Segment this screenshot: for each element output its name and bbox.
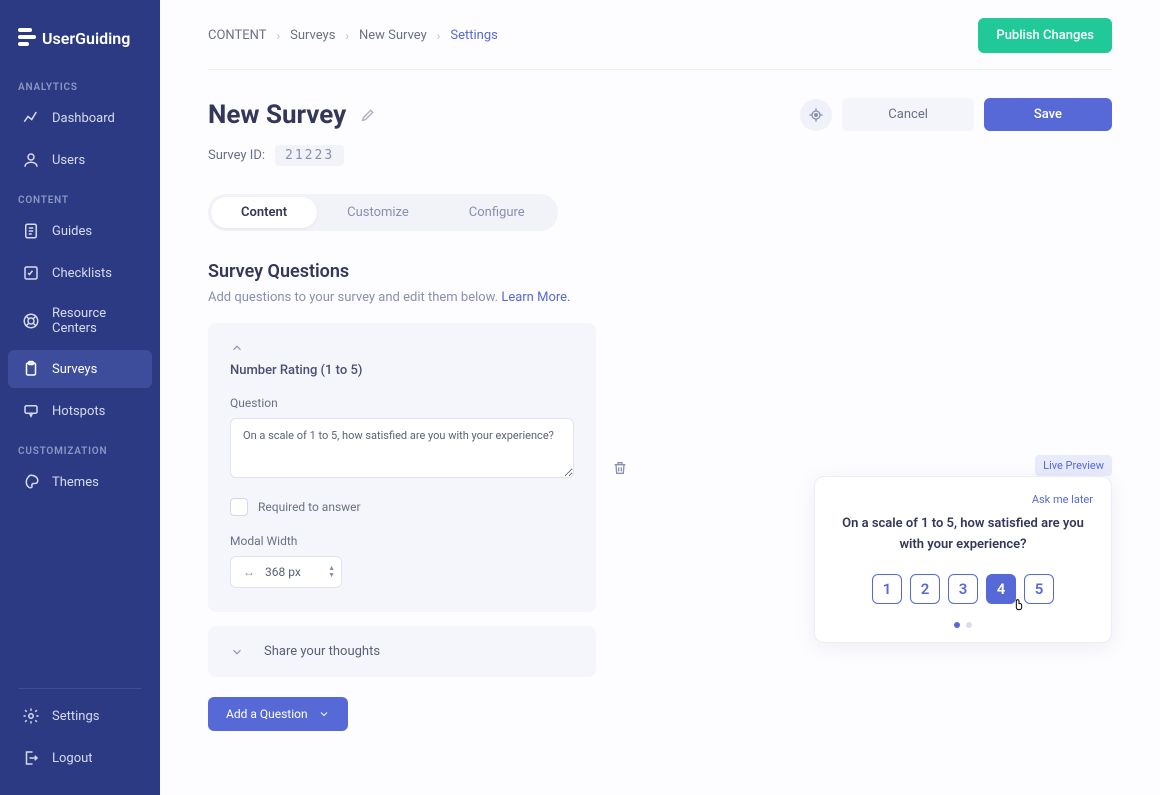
- chevron-down-icon: [318, 708, 330, 720]
- rating-option-3[interactable]: 3: [948, 574, 978, 604]
- rating-option-4[interactable]: 4: [986, 574, 1016, 604]
- divider: [18, 688, 142, 689]
- logo-icon: [18, 28, 36, 48]
- sidebar-item-label: Guides: [52, 224, 92, 239]
- lifebuoy-icon: [22, 312, 40, 330]
- sidebar-item-guides[interactable]: Guides: [8, 212, 152, 250]
- arrows-horizontal-icon: ↔: [243, 565, 255, 579]
- collapsed-question-label: Share your thoughts: [264, 644, 380, 659]
- question-card-expanded: Number Rating (1 to 5) Question Required…: [208, 323, 596, 612]
- save-button[interactable]: Save: [984, 98, 1112, 131]
- sidebar-heading-content: CONTENT: [0, 181, 160, 210]
- add-question-button[interactable]: Add a Question: [208, 697, 348, 731]
- trash-icon[interactable]: [612, 460, 628, 476]
- gear-icon: [22, 707, 40, 725]
- modal-width-value: 368 px: [265, 565, 301, 579]
- sidebar-item-label: Hotspots: [52, 404, 105, 419]
- target-icon: [808, 107, 824, 123]
- palette-icon: [22, 473, 40, 491]
- breadcrumb: CONTENT › Surveys › New Survey › Setting…: [208, 28, 498, 43]
- tooltip-icon: [22, 402, 40, 420]
- rating-option-5[interactable]: 5: [1024, 574, 1054, 604]
- chevron-right-icon: ›: [345, 29, 349, 43]
- required-checkbox[interactable]: [230, 498, 248, 516]
- learn-more-link[interactable]: Learn More.: [501, 290, 570, 305]
- dot-1[interactable]: [954, 622, 960, 628]
- tab-customize[interactable]: Customize: [317, 197, 439, 228]
- tab-content[interactable]: Content: [211, 197, 317, 228]
- survey-id-label: Survey ID:: [208, 148, 265, 163]
- required-label: Required to answer: [258, 500, 361, 514]
- section-description: Add questions to your survey and edit th…: [208, 290, 1112, 305]
- sidebar-item-label: Resource Centers: [52, 306, 138, 336]
- tabs: Content Customize Configure: [208, 194, 558, 231]
- topbar: CONTENT › Surveys › New Survey › Setting…: [208, 18, 1112, 70]
- modal-width-input[interactable]: ↔ 368 px ▲▼: [230, 556, 342, 588]
- publish-changes-button[interactable]: Publish Changes: [978, 18, 1112, 53]
- survey-id-row: Survey ID: 21223: [208, 145, 1112, 166]
- logo: UserGuiding: [0, 0, 160, 68]
- question-textarea[interactable]: [230, 418, 574, 478]
- tab-configure[interactable]: Configure: [439, 197, 555, 228]
- page-title: New Survey: [208, 100, 346, 130]
- sidebar-item-users[interactable]: Users: [8, 141, 152, 179]
- target-button[interactable]: [800, 99, 832, 131]
- question-type: Number Rating (1 to 5): [230, 363, 574, 378]
- sidebar-item-label: Users: [52, 153, 85, 168]
- rating-option-2[interactable]: 2: [910, 574, 940, 604]
- breadcrumb-new-survey[interactable]: New Survey: [359, 28, 427, 43]
- sidebar-item-resource-centers[interactable]: Resource Centers: [8, 296, 152, 346]
- chevron-right-icon: ›: [277, 29, 281, 43]
- live-preview-badge: Live Preview: [1035, 455, 1112, 476]
- rating-row: 1 2 3 4 5: [833, 574, 1093, 604]
- modal-width-label: Modal Width: [230, 534, 574, 548]
- add-question-label: Add a Question: [226, 707, 308, 721]
- user-icon: [22, 151, 40, 169]
- sidebar-item-settings[interactable]: Settings: [8, 697, 152, 735]
- sidebar-item-hotspots[interactable]: Hotspots: [8, 392, 152, 430]
- question-label: Question: [230, 396, 574, 410]
- sidebar-item-label: Themes: [52, 475, 99, 490]
- sidebar-heading-customization: CUSTOMIZATION: [0, 432, 160, 461]
- section-title: Survey Questions: [208, 261, 1112, 282]
- document-icon: [22, 222, 40, 240]
- sidebar-item-label: Surveys: [52, 362, 97, 377]
- breadcrumb-surveys[interactable]: Surveys: [290, 28, 335, 43]
- live-preview-card: Ask me later On a scale of 1 to 5, how s…: [814, 476, 1112, 643]
- sidebar-item-themes[interactable]: Themes: [8, 463, 152, 501]
- main-content: CONTENT › Surveys › New Survey › Setting…: [160, 0, 1160, 795]
- pencil-icon[interactable]: [360, 107, 376, 123]
- brand-name: UserGuiding: [42, 29, 130, 48]
- sidebar-item-dashboard[interactable]: Dashboard: [8, 99, 152, 137]
- sidebar-item-surveys[interactable]: Surveys: [8, 350, 152, 388]
- chevron-up-icon[interactable]: [230, 341, 244, 355]
- sidebar-item-logout[interactable]: Logout: [8, 739, 152, 777]
- sidebar-heading-analytics: ANALYTICS: [0, 68, 160, 97]
- dot-2[interactable]: [966, 622, 972, 628]
- sidebar-item-label: Settings: [52, 709, 99, 724]
- chevron-right-icon: ›: [437, 29, 441, 43]
- ask-me-later-link[interactable]: Ask me later: [833, 493, 1093, 506]
- sidebar-item-label: Dashboard: [52, 111, 115, 126]
- pagination-dots: [833, 622, 1093, 628]
- cancel-button[interactable]: Cancel: [842, 98, 974, 131]
- rating-option-1[interactable]: 1: [872, 574, 902, 604]
- survey-id-value: 21223: [275, 145, 344, 166]
- clipboard-icon: [22, 360, 40, 378]
- breadcrumb-settings: Settings: [450, 28, 497, 43]
- question-card-collapsed[interactable]: Share your thoughts: [208, 626, 596, 677]
- checklist-icon: [22, 264, 40, 282]
- title-row: New Survey Cancel Save: [208, 70, 1112, 131]
- breadcrumb-content[interactable]: CONTENT: [208, 28, 267, 43]
- sidebar-item-label: Logout: [52, 751, 93, 766]
- preview-question: On a scale of 1 to 5, how satisfied are …: [833, 514, 1093, 556]
- sidebar: UserGuiding ANALYTICS Dashboard Users CO…: [0, 0, 160, 795]
- sidebar-item-checklists[interactable]: Checklists: [8, 254, 152, 292]
- stepper-icon[interactable]: ▲▼: [328, 565, 335, 579]
- sidebar-item-label: Checklists: [52, 266, 112, 281]
- logout-icon: [22, 749, 40, 767]
- chevron-down-icon: [230, 645, 244, 659]
- live-preview-badge-wrap: Live Preview: [1035, 454, 1112, 473]
- chart-icon: [22, 109, 40, 127]
